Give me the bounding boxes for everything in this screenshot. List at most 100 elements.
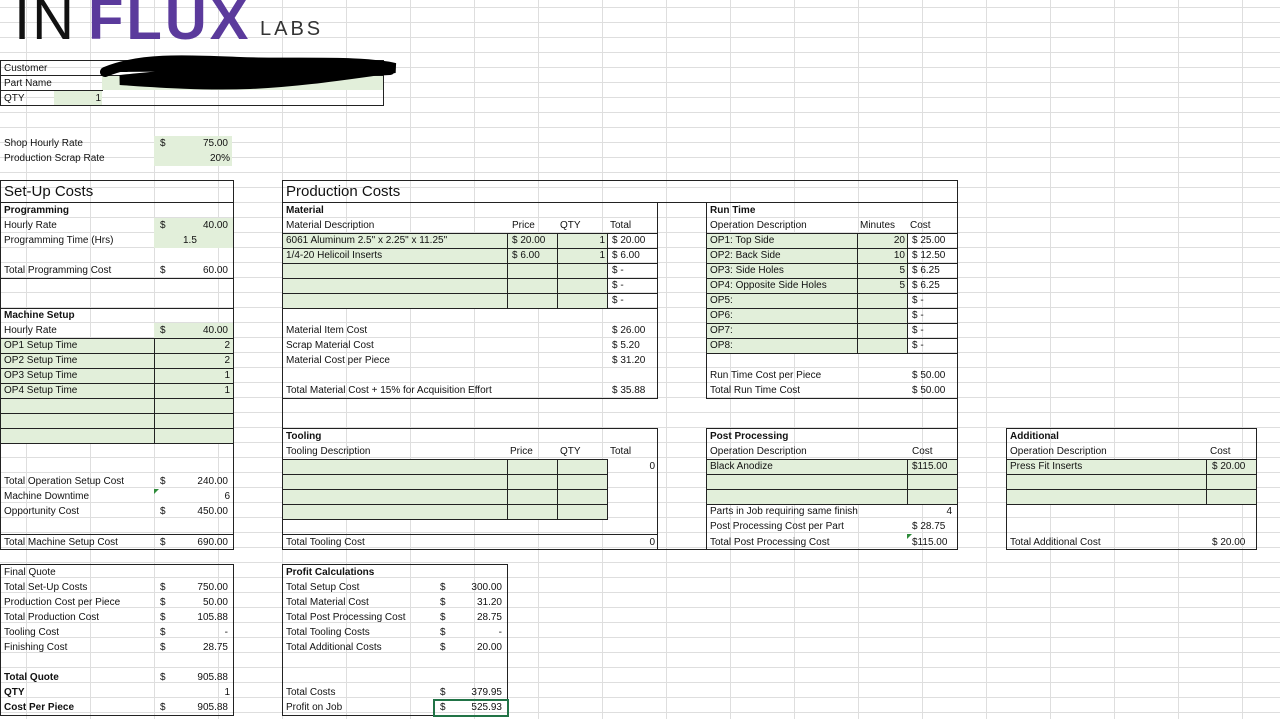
add-item-cost[interactable]: $ 20.00 xyxy=(1212,459,1245,474)
mat-row-2-price[interactable]: $ 6.00 xyxy=(512,248,540,263)
add-row-line-3 xyxy=(1006,504,1257,505)
mat-row-line-4 xyxy=(282,293,658,294)
rt-op6-desc[interactable]: OP6: xyxy=(710,308,733,323)
fq-qty-value: 1 xyxy=(224,687,230,698)
pp-per-part-label: Post Processing Cost per Part xyxy=(710,521,844,532)
mat-row-2-qty[interactable]: 1 xyxy=(560,248,605,263)
total-costs-label: Total Costs xyxy=(286,687,336,698)
rt-op3-desc[interactable]: OP3: Side Holes xyxy=(710,263,784,278)
qty-label: QTY xyxy=(4,93,25,104)
add-total-label: Total Additional Cost xyxy=(1010,537,1101,548)
ops-row-line-7 xyxy=(0,443,234,444)
opportunity-label: Opportunity Cost xyxy=(4,506,80,517)
op3-setup-label: OP3 Setup Time xyxy=(4,370,78,381)
fq-finishing-label: Finishing Cost xyxy=(4,642,68,653)
fq-total-prod-label: Total Production Cost xyxy=(4,612,100,623)
logo-in: IN xyxy=(14,0,76,52)
rt-op7-desc[interactable]: OP7: xyxy=(710,323,733,338)
rt-op4-cost: $ 6.25 xyxy=(912,280,940,291)
material-heading: Material xyxy=(286,205,324,216)
qty-value[interactable]: 1 xyxy=(54,91,101,106)
mat-per-piece-value: $ 31.20 xyxy=(612,355,646,366)
add-item-desc[interactable]: Press Fit Inserts xyxy=(1010,459,1082,474)
pp-total-value: $115.00 xyxy=(912,537,948,548)
mat-desc-header: Material Description xyxy=(286,220,375,231)
total-op-setup-label: Total Operation Setup Cost xyxy=(4,476,125,487)
total-tool-label: Total Tooling Cost xyxy=(286,537,365,548)
op1-setup-value[interactable]: 2 xyxy=(160,338,230,353)
mat-price-header: Price xyxy=(512,220,535,231)
pp-item-desc[interactable]: Black Anodize xyxy=(710,459,773,474)
mat-row-2-total: $ 6.00 xyxy=(612,250,640,261)
rt-per-piece-value: $ 50.00 xyxy=(912,370,946,381)
downtime-value[interactable]: 6 xyxy=(160,489,230,504)
tool-qty-header: QTY xyxy=(560,446,581,457)
rt-total-label: Total Run Time Cost xyxy=(710,385,801,396)
tool-price-header: Price xyxy=(510,446,533,457)
customer-label: Customer xyxy=(4,63,48,74)
prog-hourly-rate-value[interactable]: 40.00 xyxy=(160,218,228,233)
rt-per-piece-label: Run Time Cost per Piece xyxy=(710,370,822,381)
active-cell-selection[interactable] xyxy=(433,699,509,717)
rt-op2-min[interactable]: 10 xyxy=(860,248,905,263)
redaction-scribble xyxy=(100,55,397,90)
mat-row-line-2 xyxy=(282,263,658,264)
op2-setup-label: OP2 Setup Time xyxy=(4,355,78,366)
shop-rate-value[interactable]: 75.00 xyxy=(160,136,228,151)
mat-col-2 xyxy=(557,233,558,308)
rt-op2-desc[interactable]: OP2: Back Side xyxy=(710,248,781,263)
fq-tooling-value: - xyxy=(224,627,228,638)
rt-op-desc-header: Operation Description xyxy=(710,220,807,231)
rt-op4-min[interactable]: 5 xyxy=(860,278,905,293)
mat-row-1-price[interactable]: $ 20.00 xyxy=(512,233,545,248)
total-quote-label: Total Quote xyxy=(4,672,59,683)
tool-row-line-0 xyxy=(282,459,608,460)
mat-qty-header: QTY xyxy=(560,220,581,231)
op4-setup-value[interactable]: 1 xyxy=(160,383,230,398)
scrap-rate-label: Production Scrap Rate xyxy=(4,153,105,164)
fq-tooling-label: Tooling Cost xyxy=(4,627,60,638)
add-total-value: $ 20.00 xyxy=(1212,537,1246,548)
prog-total-divider xyxy=(0,278,234,279)
rt-op5-desc[interactable]: OP5: xyxy=(710,293,733,308)
op3-setup-value[interactable]: 1 xyxy=(160,368,230,383)
pp-parts-value[interactable]: 4 xyxy=(910,504,952,519)
pp-op-desc-header: Operation Description xyxy=(710,446,807,457)
fq-total-prod-value: 105.88 xyxy=(197,612,228,623)
rt-op3-cost: $ 6.25 xyxy=(912,265,940,276)
rt-op1-min[interactable]: 20 xyxy=(860,233,905,248)
mat-row-1-total: $ 20.00 xyxy=(612,235,646,246)
mat-row-line-3 xyxy=(282,278,658,279)
final-quote-title: Final Quote xyxy=(4,567,56,578)
rt-op1-desc[interactable]: OP1: Top Side xyxy=(710,233,774,248)
rt-total-value: $ 50.00 xyxy=(912,385,946,396)
additional-heading: Additional xyxy=(1010,431,1059,442)
rt-op8-desc[interactable]: OP8: xyxy=(710,338,733,353)
part-name-label: Part Name xyxy=(4,78,52,89)
scrap-rate-value[interactable]: 20% xyxy=(160,151,230,166)
add-row-line-2 xyxy=(1006,489,1257,490)
rt-op1-cost: $ 25.00 xyxy=(912,235,946,246)
mat-row-1-qty[interactable]: 1 xyxy=(560,233,605,248)
mat-row-5-total: $ - xyxy=(612,295,624,306)
ms-hourly-rate-label: Hourly Rate xyxy=(4,325,57,336)
ops-row-line-4 xyxy=(0,398,234,399)
prog-time-value[interactable]: 1.5 xyxy=(183,233,197,248)
tooling-heading: Tooling xyxy=(286,431,322,442)
shop-rate-label: Shop Hourly Rate xyxy=(4,138,83,149)
total-ms-label: Total Machine Setup Cost xyxy=(4,537,118,548)
op2-setup-value[interactable]: 2 xyxy=(160,353,230,368)
ms-hourly-rate-value[interactable]: 40.00 xyxy=(160,323,228,338)
total-prog-label: Total Programming Cost xyxy=(4,265,112,276)
pp-item-cost[interactable]: $115.00 xyxy=(912,459,947,474)
error-flag-icon xyxy=(154,489,159,494)
rt-op4-desc[interactable]: OP4: Opposite Side Holes xyxy=(710,278,827,293)
rt-op3-min[interactable]: 5 xyxy=(860,263,905,278)
mat-row-1-desc[interactable]: 6061 Aluminum 2.5" x 2.25" x 11.25" xyxy=(286,233,447,248)
mat-row-2-desc[interactable]: 1/4-20 Helicoil Inserts xyxy=(286,248,382,263)
pp-row-line-2 xyxy=(706,489,958,490)
mat-col-3 xyxy=(607,233,608,308)
rt-op2-cost: $ 12.50 xyxy=(912,250,946,261)
pc-additional-label: Total Additional Costs xyxy=(286,642,382,653)
mat-col-1 xyxy=(507,233,508,308)
